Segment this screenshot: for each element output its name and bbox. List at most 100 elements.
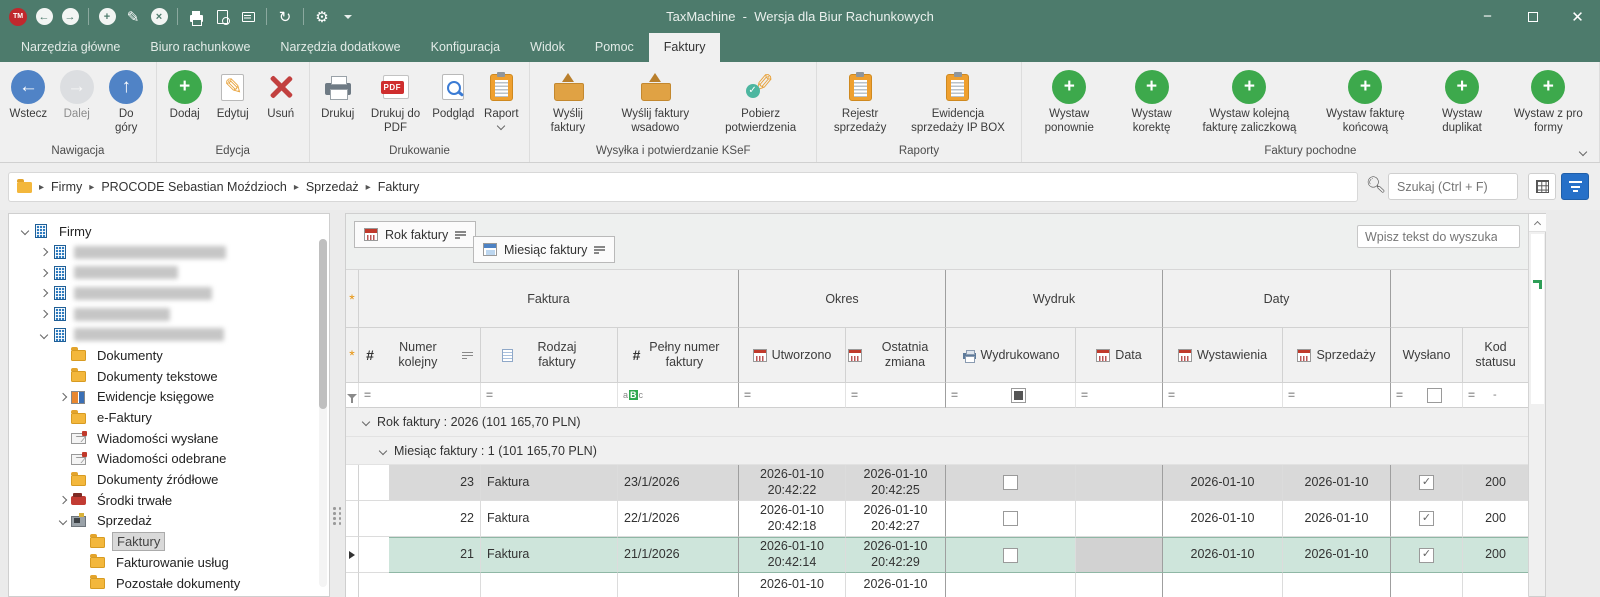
tree-item-company[interactable] [9,283,329,304]
tab-narzędzia-główne[interactable]: Narzędzia główne [6,33,135,62]
maximize-button[interactable] [1510,0,1555,33]
ribbon-button-wyślij-faktury[interactable]: Wyślij faktury [534,66,601,135]
tab-pomoc[interactable]: Pomoc [580,33,649,62]
tree-scrollbar[interactable] [319,239,327,587]
tree-item-środki-trwałe[interactable]: Środki trwałe [9,490,329,511]
nav-forward-icon[interactable]: → [60,7,80,27]
ribbon-button-dodaj[interactable]: +Dodaj [161,66,209,122]
invoice-row-22[interactable]: 22Faktura22/1/20262026-01-10 20:42:18202… [346,501,1529,537]
invoice-row-partial[interactable]: 2026-01-102026-01-10 [346,573,1529,597]
chevron-down-icon[interactable] [379,446,387,454]
filter-cell-wystawienia[interactable]: = [1163,383,1283,408]
breadcrumb-item-firmy[interactable]: Firmy [47,180,86,194]
filter-cell-sprzedaży[interactable]: = [1283,383,1391,408]
chevron-right-icon[interactable] [40,310,48,318]
chevron-down-icon[interactable] [40,331,48,339]
column-header-utworzono[interactable]: Utworzono [739,328,846,383]
ribbon-button-wystaw-korektę[interactable]: +Wystaw korektę [1113,66,1191,135]
ribbon-button-pobierz-potwierdzenia[interactable]: Pobierz potwierdzenia [709,66,812,135]
filter-button[interactable] [1561,173,1589,200]
chevron-down-icon[interactable] [362,418,370,426]
tree-item-wiadomości-wysłane[interactable]: Wiadomości wysłane [9,428,329,449]
checkbox-empty[interactable] [1427,388,1442,403]
ribbon-button-usuń[interactable]: Usuń [257,66,305,122]
group-row-year[interactable]: Rok faktury : 2026 (101 165,70 PLN) [346,408,1528,437]
scroll-up-button[interactable] [1529,214,1546,232]
tree-item-company[interactable] [9,324,329,345]
print-pdf-icon[interactable] [238,7,258,27]
band-header-empty[interactable] [1391,270,1529,328]
tree-item-fakturowanie-usług[interactable]: Fakturowanie usług [9,552,329,573]
ribbon-button-wystaw-ponownie[interactable]: +Wystaw ponownie [1026,66,1113,135]
tree-item-firmy[interactable]: Firmy [9,221,329,242]
band-header-okres[interactable]: Okres [739,270,946,328]
add-icon[interactable]: + [97,7,117,27]
tab-narzędzia-dodatkowe[interactable]: Narzędzia dodatkowe [265,33,415,62]
band-header-wydruk[interactable]: Wydruk [946,270,1163,328]
tab-konfiguracja[interactable]: Konfiguracja [416,33,516,62]
checkbox-unchecked[interactable] [1003,511,1018,526]
global-search-input[interactable] [1388,173,1518,200]
filter-cell-utworzono[interactable]: = [739,383,846,408]
column-header-rodzaj-faktury[interactable]: Rodzaj faktury [481,328,618,383]
column-header-wydrukowano[interactable]: Wydrukowano [946,328,1076,383]
column-header-numer-kolejny[interactable]: #Numer kolejny [359,328,481,383]
checkbox-indeterminate[interactable] [1011,388,1026,403]
tree-scrollbar-thumb[interactable] [319,239,327,409]
tree-item-sprzedaż[interactable]: Sprzedaż [9,511,329,532]
panel-splitter[interactable] [333,503,342,529]
checkbox-checked[interactable] [1419,475,1434,490]
ribbon-button-do-góry[interactable]: ↑Do góry [101,66,152,135]
invoice-row-23[interactable]: 23Faktura23/1/20262026-01-10 20:42:22202… [346,465,1529,501]
checkbox-unchecked[interactable] [1003,548,1018,563]
settings-icon[interactable]: ⚙ [312,7,332,27]
invoice-row-21[interactable]: 21Faktura21/1/20262026-01-10 20:42:14202… [346,537,1529,573]
band-header-faktura[interactable]: Faktura [359,270,739,328]
ribbon-button-wystaw-fakturę-końcową[interactable]: +Wystaw fakturę końcową [1308,66,1422,135]
grid-scrollbar[interactable] [1528,214,1545,596]
breadcrumb-item-procode-sebastian-moździoch[interactable]: PROCODE Sebastian Moździoch [97,180,291,194]
ribbon-button-podgląd[interactable]: Podgląd [429,66,477,122]
tree-item-faktury[interactable]: Faktury [9,531,329,552]
ribbon-button-wstecz[interactable]: ←Wstecz [4,66,53,122]
breadcrumb[interactable]: ▸Firmy▸PROCODE Sebastian Moździoch▸Sprze… [8,172,1358,202]
edit-icon[interactable]: ✎ [123,7,143,27]
filter-cell-rodzaj-faktury[interactable]: = [481,383,618,408]
filter-cell-ostatnia-zmiana[interactable]: = [846,383,946,408]
column-header-kod-statusu[interactable]: Kod statusu [1463,328,1529,383]
refresh-icon[interactable]: ↻ [275,7,295,27]
chevron-down-icon[interactable] [59,517,67,525]
tm-logo-icon[interactable]: TM [8,7,28,27]
tab-widok[interactable]: Widok [515,33,580,62]
filter-cell-wysłano[interactable]: = [1391,383,1463,408]
tab-faktury[interactable]: Faktury [649,33,721,62]
chevron-right-icon[interactable] [40,289,48,297]
column-header-wystawienia[interactable]: Wystawienia [1163,328,1283,383]
chevron-right-icon[interactable] [40,248,48,256]
breadcrumb-item-sprzedaż[interactable]: Sprzedaż [302,180,363,194]
breadcrumb-item-faktury[interactable]: Faktury [374,180,424,194]
ribbon-button-dalej[interactable]: →Dalej [53,66,101,122]
tree-item-company[interactable] [9,262,329,283]
checkbox-checked[interactable] [1419,548,1434,563]
grid-view-button[interactable] [1528,173,1556,200]
tree-item-ewidencje-księgowe[interactable]: Ewidencje księgowe [9,387,329,408]
tree-item-pozostałe-dokumenty[interactable]: Pozostałe dokumenty [9,573,329,594]
group-row-month[interactable]: Miesiąc faktury : 1 (101 165,70 PLN) [346,437,1528,465]
chevron-down-icon[interactable] [21,227,29,235]
column-header-sprzedaży[interactable]: Sprzedaży [1283,328,1391,383]
column-header-ostatnia-zmiana[interactable]: Ostatnia zmiana [846,328,946,383]
tab-biuro-rachunkowe[interactable]: Biuro rachunkowe [135,33,265,62]
group-by-chip-miesiąc-faktury[interactable]: Miesiąc faktury [473,236,615,263]
print-preview-icon[interactable] [212,7,232,27]
filter-cell-kod-statusu[interactable]: =- [1463,383,1529,408]
filter-cell-pełny-numer-faktury[interactable]: aBc [618,383,739,408]
chevron-right-icon[interactable] [59,393,67,401]
column-header-data[interactable]: Data [1076,328,1163,383]
grid-search-input[interactable] [1357,225,1520,248]
ribbon-button-wystaw-z-pro-formy[interactable]: +Wystaw z pro formy [1502,66,1595,135]
ribbon-button-raport[interactable]: Raport [477,66,525,129]
filter-cell-numer-kolejny[interactable]: = [359,383,481,408]
checkbox-unchecked[interactable] [1003,475,1018,490]
ribbon-button-rejestr-sprzedaży[interactable]: Rejestr sprzedaży [821,66,899,135]
